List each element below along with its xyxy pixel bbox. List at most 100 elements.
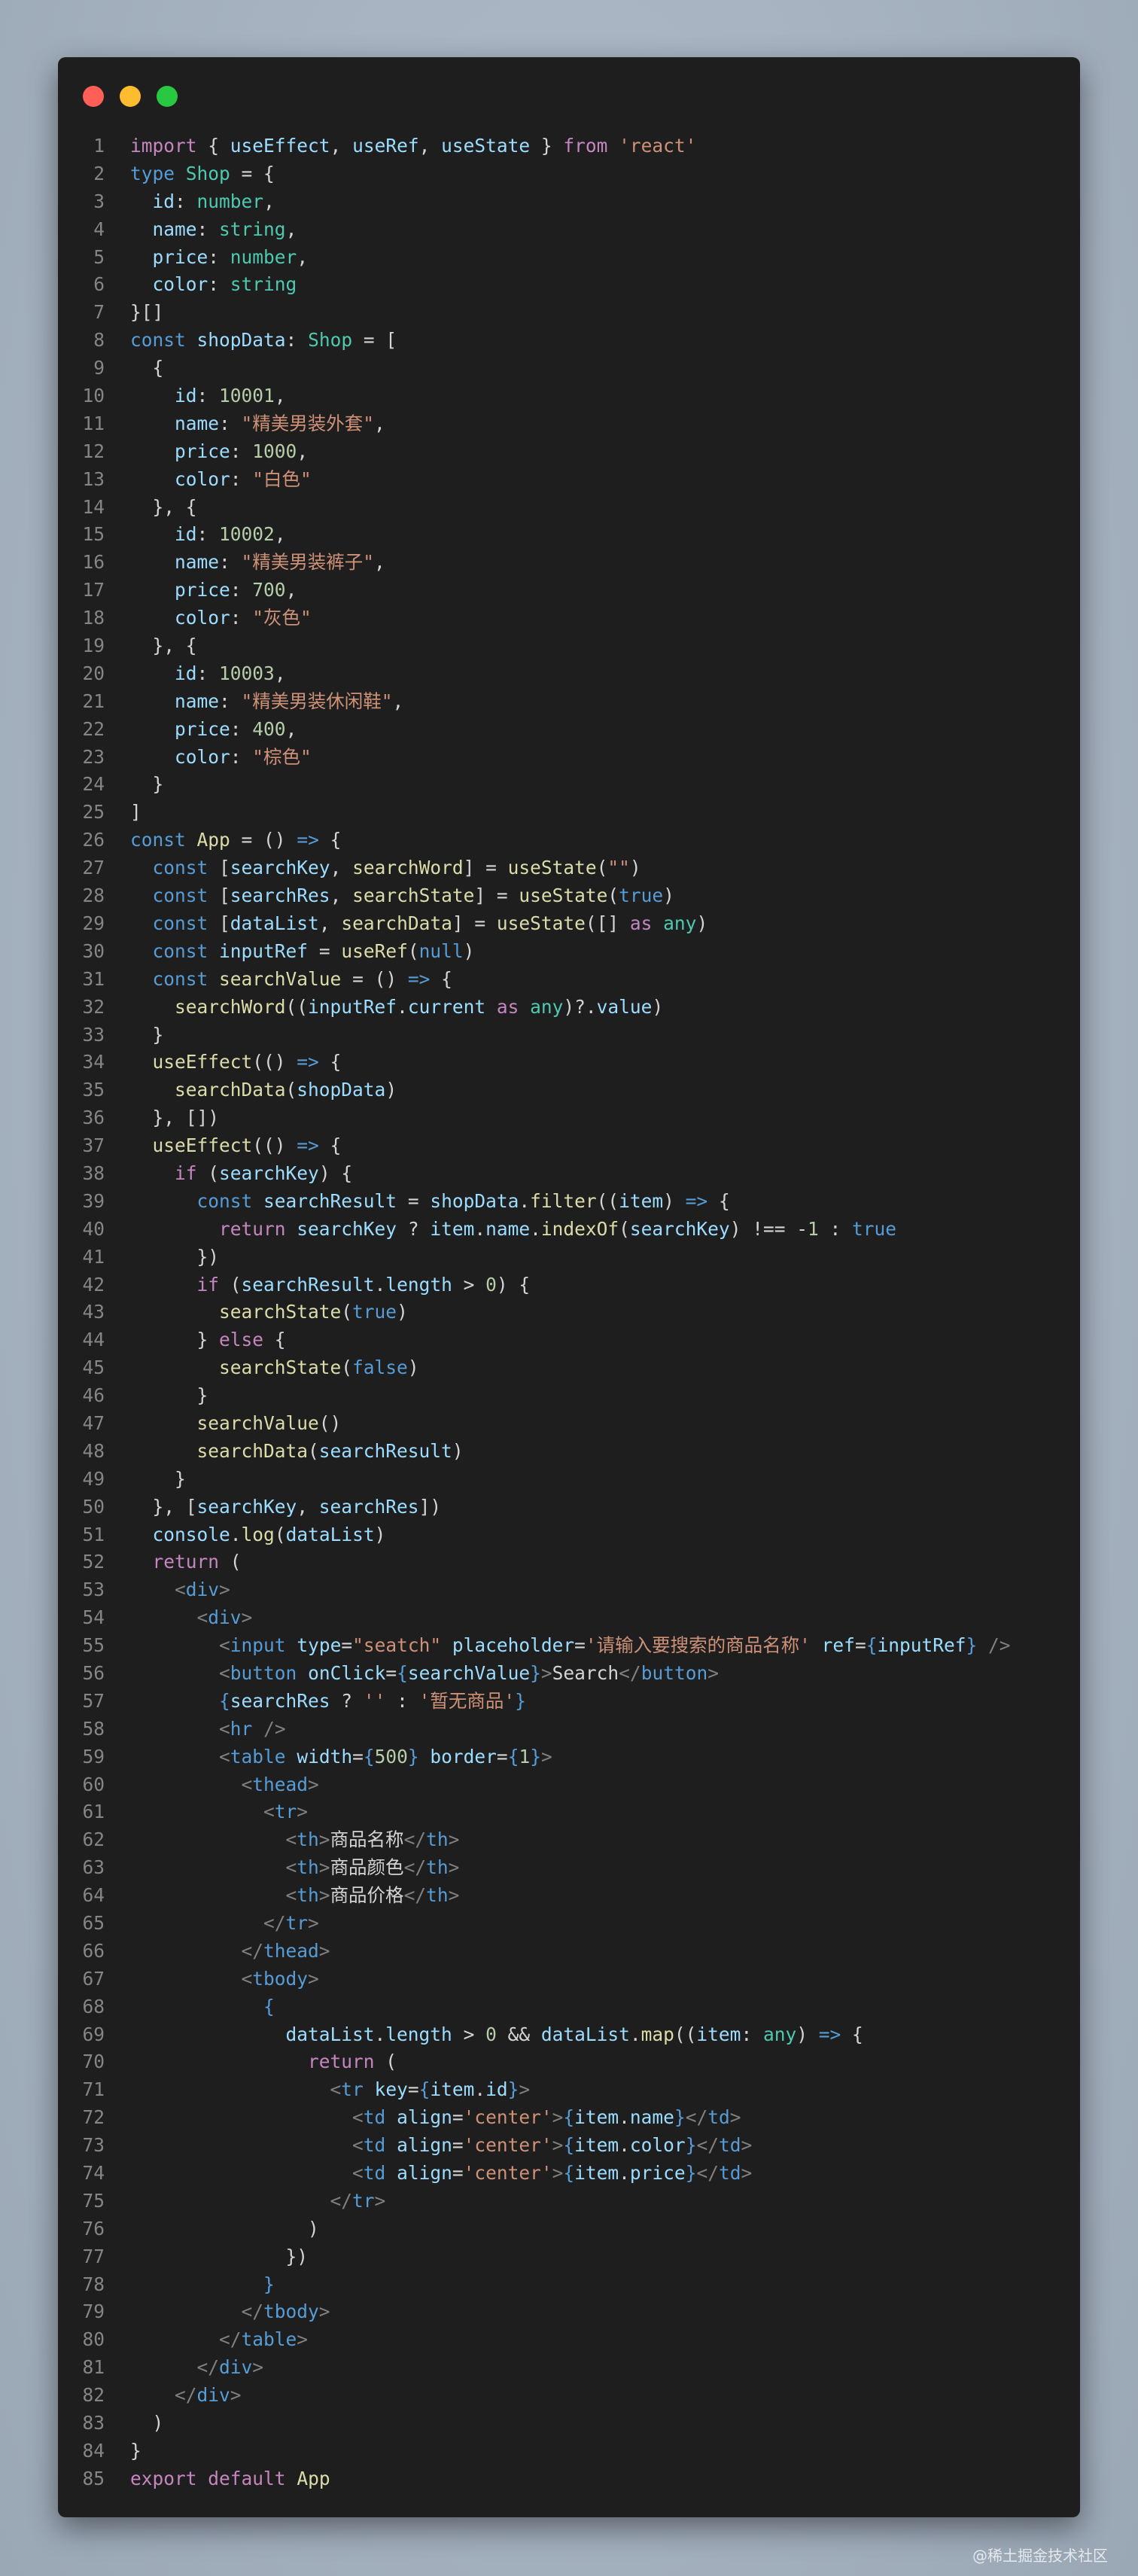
line-number: 70 xyxy=(82,2051,105,2073)
code-token: > xyxy=(297,1801,309,1823)
code-token: searchKey xyxy=(196,1495,297,1518)
code-token: [ xyxy=(208,885,230,907)
code-token: searchState xyxy=(219,1301,342,1323)
code-token: { xyxy=(263,1329,286,1351)
line-source: const App = () => { xyxy=(130,827,341,854)
code-token: < xyxy=(330,2078,342,2101)
code-token: align xyxy=(397,2134,452,2157)
close-window-button[interactable] xyxy=(83,86,104,107)
code-token: value xyxy=(596,995,653,1018)
code-token: console xyxy=(152,1523,230,1545)
line-number: 71 xyxy=(82,2078,105,2101)
line-source: <input type="seatch" placeholder='请输入要搜索… xyxy=(130,1632,1011,1660)
code-token: , xyxy=(392,690,404,712)
code-token: item xyxy=(696,2023,741,2045)
code-line: 41 }) xyxy=(58,1244,1080,1271)
code-token: < xyxy=(219,1745,230,1768)
code-line: 45 searchState(false) xyxy=(58,1354,1080,1382)
code-token: , xyxy=(418,135,442,157)
code-token: = [ xyxy=(352,329,397,352)
code-token: ) xyxy=(629,857,641,879)
code-token: searchData xyxy=(175,1079,286,1101)
line-number: 18 xyxy=(82,607,105,629)
code-token: color xyxy=(629,2134,686,2157)
line-number: 41 xyxy=(82,1245,105,1268)
line-source: id: 10002, xyxy=(130,521,286,549)
code-token: = xyxy=(452,2106,464,2129)
code-token: any xyxy=(530,995,564,1018)
code-token: return xyxy=(152,1551,220,1573)
code-line: 33 } xyxy=(58,1022,1080,1049)
code-token: tr xyxy=(285,1912,309,1934)
code-line: 13 color: "白色" xyxy=(58,466,1080,494)
line-number: 72 xyxy=(82,2106,105,2129)
code-token: current xyxy=(407,995,486,1018)
code-token: () xyxy=(318,1411,342,1434)
code-token: th xyxy=(297,1856,319,1879)
code-token: ) { xyxy=(496,1273,531,1296)
line-number: 32 xyxy=(82,995,105,1018)
line-number: 60 xyxy=(82,1773,105,1795)
code-token: = () xyxy=(341,967,408,990)
code-line: 59 <table width={500} border={1}> xyxy=(58,1743,1080,1771)
code-token: > xyxy=(552,2134,564,2157)
code-token: useRef xyxy=(352,135,419,157)
code-token: ( xyxy=(341,1301,353,1323)
code-line: 73 <td align='center'>{item.color}</td> xyxy=(58,2132,1080,2160)
code-token: . xyxy=(474,2078,486,2101)
code-token: } xyxy=(966,1634,978,1657)
code-token: 1000 xyxy=(252,440,297,462)
code-line: 31 const searchValue = () => { xyxy=(58,966,1080,994)
code-token: tr xyxy=(352,2189,375,2212)
line-number: 55 xyxy=(82,1634,105,1657)
code-token: useEffect xyxy=(152,1134,253,1157)
code-line: 54 <div> xyxy=(58,1604,1080,1632)
code-token: useEffect xyxy=(152,1051,253,1073)
code-token: else xyxy=(219,1329,264,1351)
code-token: < xyxy=(219,1717,230,1740)
line-number: 81 xyxy=(82,2356,105,2379)
code-token: { xyxy=(130,357,164,379)
code-line: 11 name: "精美男装外套", xyxy=(58,410,1080,438)
code-token: searchResult xyxy=(263,1189,397,1212)
code-token: useEffect xyxy=(230,135,330,157)
code-token: > xyxy=(448,1856,460,1879)
code-token: } xyxy=(507,2078,519,2101)
code-token: { xyxy=(430,967,452,990)
minimize-window-button[interactable] xyxy=(120,86,141,107)
code-token: td xyxy=(363,2134,386,2157)
line-source: </tr> xyxy=(130,2188,386,2215)
code-token: : xyxy=(208,273,230,296)
code-token: dataList xyxy=(285,1523,375,1545)
code-token: ) !== - xyxy=(729,1217,808,1240)
code-token: return xyxy=(219,1217,286,1240)
code-token: 商品名称 xyxy=(330,1828,404,1851)
code-line: 17 price: 700, xyxy=(58,577,1080,604)
line-number: 73 xyxy=(82,2134,105,2157)
line-number: 11 xyxy=(82,412,105,434)
line-source: color: string xyxy=(130,271,297,299)
code-token: type xyxy=(297,1634,342,1657)
code-line: 20 id: 10003, xyxy=(58,660,1080,688)
code-token: < xyxy=(263,1801,275,1823)
line-number: 28 xyxy=(82,885,105,907)
code-token: ([] xyxy=(585,912,630,934)
code-token: ? xyxy=(397,1217,431,1240)
code-token: ( xyxy=(285,1079,297,1101)
code-token: , xyxy=(285,218,297,240)
code-token: }[] xyxy=(130,301,164,324)
line-number: 46 xyxy=(82,1384,105,1407)
code-token: , xyxy=(297,440,309,462)
code-token: null xyxy=(418,939,464,962)
maximize-window-button[interactable] xyxy=(157,86,178,107)
code-token: )?. xyxy=(563,995,597,1018)
line-number: 39 xyxy=(82,1189,105,1212)
